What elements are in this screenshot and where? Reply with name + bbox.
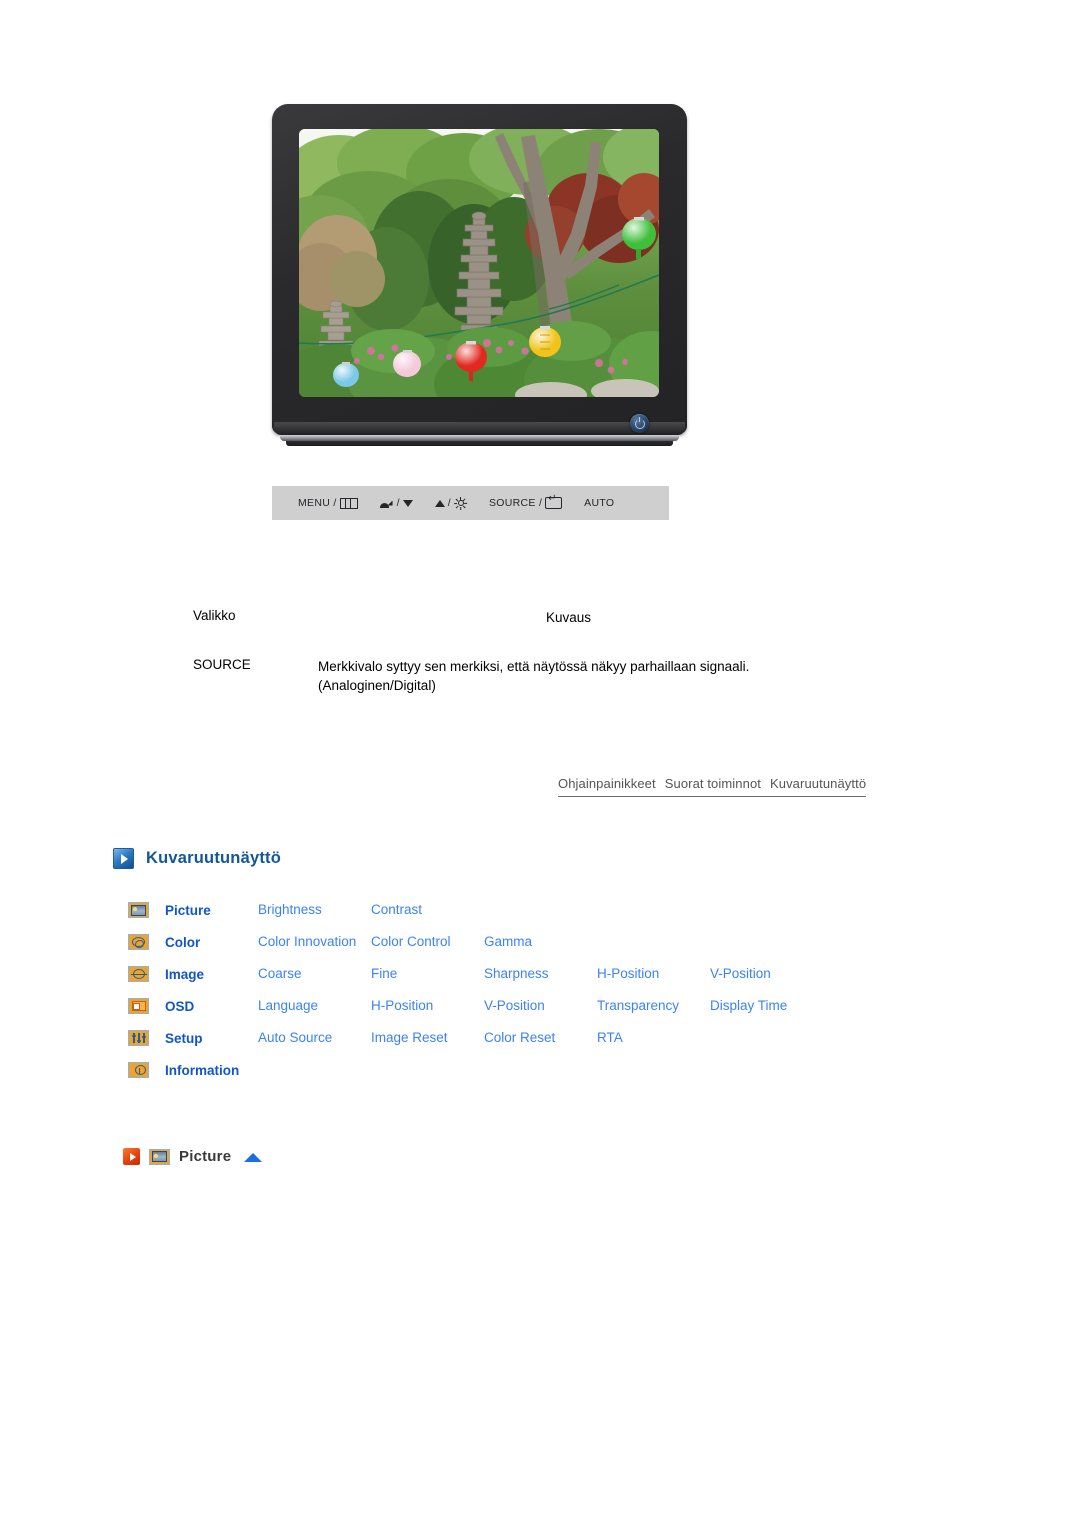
table-header-row: Valikko Kuvaus	[193, 608, 833, 627]
osd-row-setup: Setup Auto Source Image Reset Color Rese…	[128, 1022, 928, 1054]
monitor-screen	[299, 129, 659, 397]
osd-item-transparency[interactable]: Transparency	[597, 998, 710, 1015]
control-brightness-label: /	[447, 497, 451, 509]
osd-item-language[interactable]: Language	[258, 998, 371, 1015]
monitor-illustration	[272, 104, 687, 464]
breadcrumb-item-suorat-toiminnot[interactable]: Suorat toiminnot	[665, 776, 761, 791]
osd-item-sharpness[interactable]: Sharpness	[484, 966, 597, 983]
control-source-label: SOURCE /	[489, 497, 543, 509]
osd-icon-cell	[128, 902, 165, 918]
column-header-menu: Valikko	[193, 608, 236, 623]
osd-icon-cell	[128, 966, 165, 982]
color-icon	[128, 934, 149, 950]
osd-row-color: Color Color Innovation Color Control Gam…	[128, 926, 928, 958]
row-description-source: Merkkivalo syttyy sen merkiksi, että näy…	[318, 657, 833, 695]
osd-item-osd-h-position[interactable]: H-Position	[371, 998, 484, 1015]
osd-row-osd: OSD Language H-Position V-Position Trans…	[128, 990, 928, 1022]
osd-menu-grid: Picture Brightness Contrast Color Color …	[128, 894, 928, 1086]
osd-item-h-position[interactable]: H-Position	[597, 966, 710, 983]
osd-icon-cell	[128, 998, 165, 1014]
information-icon	[128, 1062, 149, 1078]
breadcrumb-item-ohjainpainikkeet[interactable]: Ohjainpainikkeet	[558, 776, 656, 791]
control-menu-label: MENU /	[298, 497, 337, 509]
picture-subheading: Picture	[123, 1148, 263, 1165]
setup-icon	[128, 1030, 149, 1046]
osd-item-gamma[interactable]: Gamma	[484, 934, 597, 951]
breadcrumb-item-kuvaruutunaytto[interactable]: Kuvaruutunäyttö	[770, 776, 866, 791]
control-brightness-up-button[interactable]: /	[434, 496, 467, 510]
osd-category-osd[interactable]: OSD	[165, 999, 258, 1014]
breadcrumb: Ohjainpainikkeet Suorat toiminnot Kuvaru…	[558, 776, 866, 797]
picture-subheading-label: Picture	[179, 1148, 232, 1165]
osd-item-osd-v-position[interactable]: V-Position	[484, 998, 597, 1015]
osd-icon-cell	[128, 1062, 165, 1078]
osd-icon-cell	[128, 934, 165, 950]
osd-item-brightness[interactable]: Brightness	[258, 902, 371, 919]
control-menu-button[interactable]: MENU /	[298, 497, 358, 509]
power-button-icon[interactable]	[630, 414, 649, 433]
osd-item-display-time[interactable]: Display Time	[710, 998, 823, 1015]
control-source-button[interactable]: SOURCE /	[489, 494, 563, 509]
description-table: Valikko Kuvaus SOURCE Merkkivalo syttyy …	[193, 608, 833, 695]
brightness-sun-icon	[453, 496, 467, 510]
image-icon	[128, 966, 149, 982]
blue-play-arrow-icon	[113, 848, 134, 869]
osd-item-coarse[interactable]: Coarse	[258, 966, 371, 983]
page-title: Kuvaruutunäyttö	[146, 849, 281, 867]
control-auto-label: AUTO	[584, 497, 615, 509]
down-triangle-icon	[402, 499, 413, 507]
osd-item-color-reset[interactable]: Color Reset	[484, 1030, 597, 1047]
osd-category-color[interactable]: Color	[165, 935, 258, 950]
control-volume-down-button[interactable]: /	[379, 497, 413, 509]
row-menu-source: SOURCE	[193, 657, 251, 673]
section-heading: Kuvaruutunäyttö	[113, 848, 281, 869]
osd-item-color-control[interactable]: Color Control	[371, 934, 484, 951]
volume-icon	[379, 499, 394, 508]
osd-category-information[interactable]: Information	[165, 1063, 305, 1078]
osd-item-auto-source[interactable]: Auto Source	[258, 1030, 371, 1047]
row-description-line1: Merkkivalo syttyy sen merkiksi, että näy…	[318, 659, 750, 675]
osd-row-image: Image Coarse Fine Sharpness H-Position V…	[128, 958, 928, 990]
osd-item-color-innovation[interactable]: Color Innovation	[258, 934, 371, 951]
picture-icon	[149, 1148, 170, 1165]
monitor-bezel	[272, 104, 687, 435]
control-volume-label: /	[396, 497, 400, 509]
osd-icon-cell	[128, 1030, 165, 1046]
row-description-line2: (Analoginen/Digital)	[318, 678, 436, 694]
red-play-arrow-icon[interactable]	[123, 1148, 140, 1165]
enter-key-icon	[545, 494, 563, 509]
osd-category-image[interactable]: Image	[165, 967, 258, 982]
garden-photo	[299, 129, 659, 397]
menu-bars-icon	[339, 497, 358, 509]
blue-up-arrow-icon[interactable]	[244, 1153, 263, 1162]
osd-item-v-position[interactable]: V-Position	[710, 966, 823, 983]
column-header-description: Kuvaus	[546, 610, 592, 625]
osd-item-image-reset[interactable]: Image Reset	[371, 1030, 484, 1047]
monitor-base-strip	[274, 422, 685, 435]
monitor-shadow	[286, 441, 673, 446]
control-button-strip: MENU / / / SOURCE / AUTO	[272, 486, 669, 520]
osd-category-picture[interactable]: Picture	[165, 903, 258, 918]
table-row: SOURCE Merkkivalo syttyy sen merkiksi, e…	[193, 657, 833, 695]
osd-row-picture: Picture Brightness Contrast	[128, 894, 928, 926]
osd-item-rta[interactable]: RTA	[597, 1030, 710, 1047]
picture-icon	[128, 902, 149, 918]
osd-row-information: Information	[128, 1054, 928, 1086]
control-auto-button[interactable]: AUTO	[584, 497, 614, 509]
osd-category-setup[interactable]: Setup	[165, 1031, 258, 1046]
osd-icon	[128, 998, 149, 1014]
osd-item-fine[interactable]: Fine	[371, 966, 484, 983]
up-triangle-icon	[434, 499, 445, 507]
osd-item-contrast[interactable]: Contrast	[371, 902, 484, 919]
